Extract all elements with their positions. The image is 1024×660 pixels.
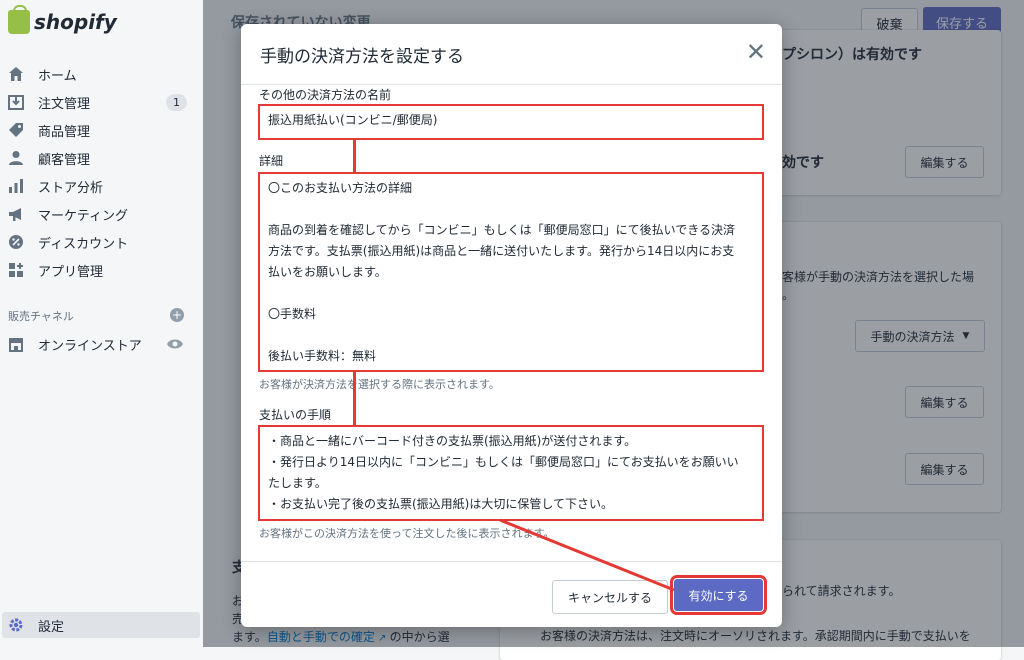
annotation-arrow-line: [499, 518, 675, 592]
